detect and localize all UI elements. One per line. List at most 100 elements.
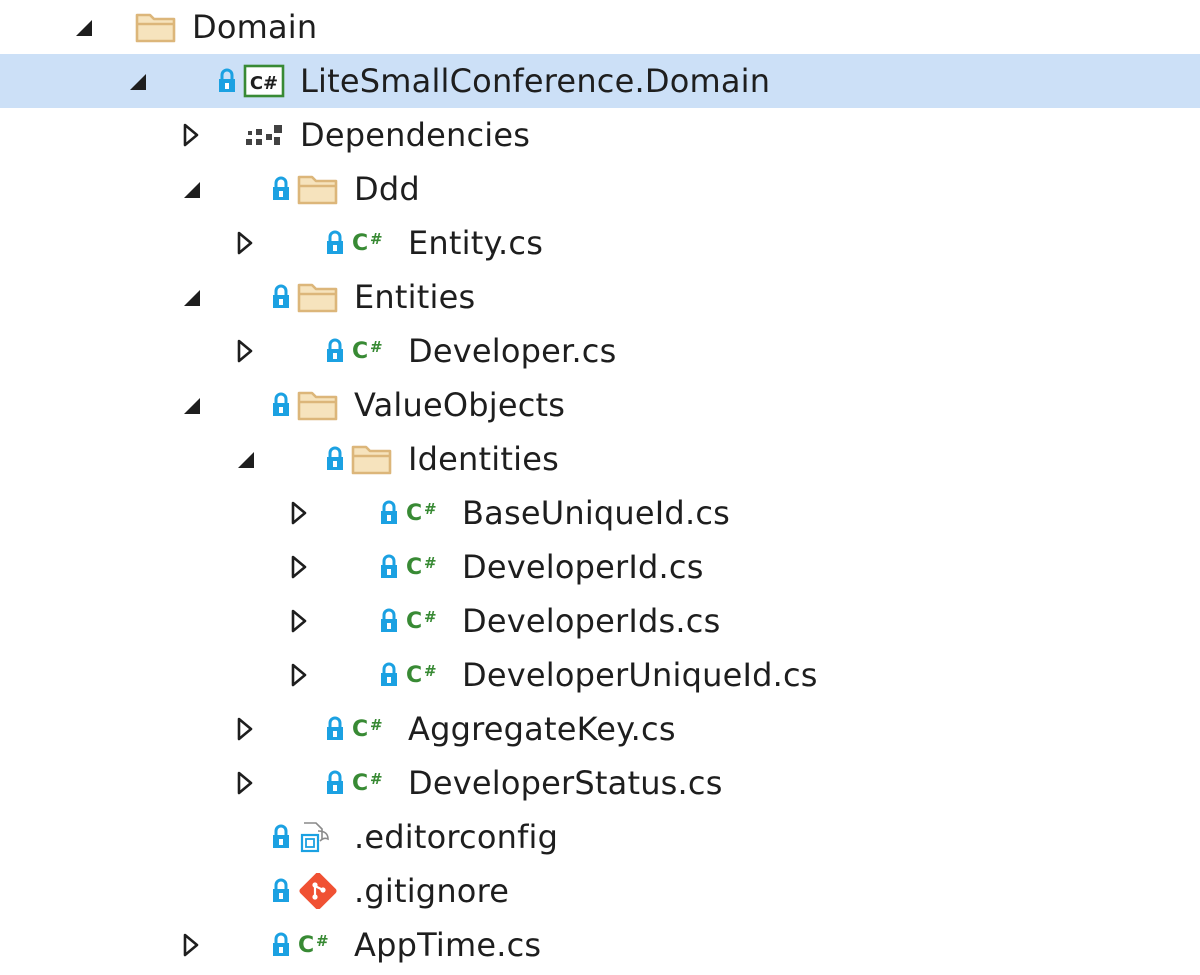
lock-icon (322, 445, 348, 473)
tree-item-label: .gitignore (354, 872, 510, 910)
collapse-arrow-icon[interactable] (122, 66, 152, 96)
expand-arrow-icon[interactable] (176, 930, 206, 960)
tree-item[interactable]: Dependencies (0, 108, 1200, 162)
tree-item-label: DeveloperUniqueId.cs (462, 656, 818, 694)
tree-item[interactable]: C # BaseUniqueId.cs (0, 486, 1200, 540)
lock-icon (322, 715, 348, 743)
lock-icon (376, 553, 402, 581)
expand-arrow-icon[interactable] (284, 552, 314, 582)
svg-text:#: # (424, 662, 437, 680)
csharp-file-icon: C # (350, 711, 394, 747)
tree-item[interactable]: C # Developer.cs (0, 324, 1200, 378)
lock-icon (268, 823, 294, 851)
expand-arrow-icon[interactable] (176, 120, 206, 150)
lock-icon (268, 175, 294, 203)
collapse-arrow-icon[interactable] (176, 282, 206, 312)
expand-arrow-icon[interactable] (284, 660, 314, 690)
csharp-file-icon: C # (350, 765, 394, 801)
lock-icon (268, 283, 294, 311)
svg-text:C: C (352, 231, 368, 256)
svg-text:C: C (406, 501, 422, 526)
svg-text:#: # (316, 932, 329, 950)
csharp-file-icon: C # (350, 225, 394, 261)
csharp-file-icon: C # (296, 927, 340, 963)
tree-item[interactable]: .editorconfig (0, 810, 1200, 864)
tree-item-label: ValueObjects (354, 386, 566, 424)
tree-item-label: Dependencies (300, 116, 531, 154)
svg-text:C: C (406, 555, 422, 580)
lock-icon (268, 877, 294, 905)
tree-item[interactable]: C # DeveloperIds.cs (0, 594, 1200, 648)
svg-text:C: C (406, 609, 422, 634)
expand-arrow-icon[interactable] (284, 606, 314, 636)
lock-icon (376, 661, 402, 689)
tree-item-label: DeveloperIds.cs (462, 602, 721, 640)
solution-explorer-tree: Domain C# LiteSmallConference.Domain Dep… (0, 0, 1200, 975)
svg-text:C: C (352, 771, 368, 796)
lock-icon (322, 229, 348, 257)
folder-icon (296, 387, 340, 423)
csharp-file-icon: C # (404, 495, 448, 531)
expand-arrow-icon[interactable] (230, 228, 260, 258)
tree-item[interactable]: .gitignore (0, 864, 1200, 918)
tree-item[interactable]: Domain (0, 0, 1200, 54)
tree-item[interactable]: C # AppTime.cs (0, 918, 1200, 972)
tree-item[interactable]: C # AggregateKey.cs (0, 702, 1200, 756)
tree-item[interactable]: C# LiteSmallConference.Domain (0, 54, 1200, 108)
lock-icon (376, 499, 402, 527)
lock-icon (214, 67, 240, 95)
collapse-arrow-icon[interactable] (230, 444, 260, 474)
tree-item[interactable]: Entities (0, 270, 1200, 324)
csharp-file-icon: C # (404, 603, 448, 639)
expand-arrow-icon[interactable] (230, 714, 260, 744)
folder-icon (350, 441, 394, 477)
tree-item[interactable]: ValueObjects (0, 378, 1200, 432)
lock-icon (322, 337, 348, 365)
folder-icon (296, 171, 340, 207)
svg-text:C: C (298, 933, 314, 958)
svg-text:C: C (352, 339, 368, 364)
tree-item-label: Entities (354, 278, 476, 316)
expand-arrow-icon[interactable] (284, 498, 314, 528)
tree-item-label: Ddd (354, 170, 420, 208)
svg-text:#: # (370, 716, 383, 734)
tree-item[interactable]: Ddd (0, 162, 1200, 216)
svg-text:#: # (370, 230, 383, 248)
tree-item-label: LiteSmallConference.Domain (300, 62, 771, 100)
lock-icon (268, 391, 294, 419)
tree-item-label: DeveloperStatus.cs (408, 764, 723, 802)
csharp-project-icon: C# (242, 63, 286, 99)
svg-text:#: # (370, 338, 383, 356)
collapse-arrow-icon[interactable] (176, 390, 206, 420)
dependencies-icon (242, 117, 286, 153)
svg-text:#: # (370, 770, 383, 788)
tree-item-label: AggregateKey.cs (408, 710, 676, 748)
tree-item-label: BaseUniqueId.cs (462, 494, 730, 532)
lock-icon (322, 769, 348, 797)
tree-item[interactable]: C # DeveloperUniqueId.cs (0, 648, 1200, 702)
csharp-file-icon: C # (404, 657, 448, 693)
editorconfig-file-icon (296, 819, 340, 855)
tree-item-label: Developer.cs (408, 332, 617, 370)
tree-item-label: Domain (192, 8, 318, 46)
tree-item-label: .editorconfig (354, 818, 559, 856)
tree-item[interactable]: C # DeveloperStatus.cs (0, 756, 1200, 810)
svg-text:C: C (352, 717, 368, 742)
collapse-arrow-icon[interactable] (176, 174, 206, 204)
tree-item-label: DeveloperId.cs (462, 548, 704, 586)
gitignore-file-icon (296, 873, 340, 909)
expand-arrow-icon[interactable] (230, 336, 260, 366)
collapse-arrow-icon[interactable] (68, 12, 98, 42)
folder-icon (296, 279, 340, 315)
folder-icon (134, 9, 178, 45)
lock-icon (376, 607, 402, 635)
svg-text:#: # (424, 500, 437, 518)
tree-item[interactable]: C # DeveloperId.cs (0, 540, 1200, 594)
expand-arrow-icon[interactable] (230, 768, 260, 798)
tree-item[interactable]: C # Entity.cs (0, 216, 1200, 270)
svg-text:#: # (424, 554, 437, 572)
svg-text:C: C (406, 663, 422, 688)
tree-item[interactable]: Identities (0, 432, 1200, 486)
svg-text:#: # (424, 608, 437, 626)
tree-item-label: Entity.cs (408, 224, 544, 262)
